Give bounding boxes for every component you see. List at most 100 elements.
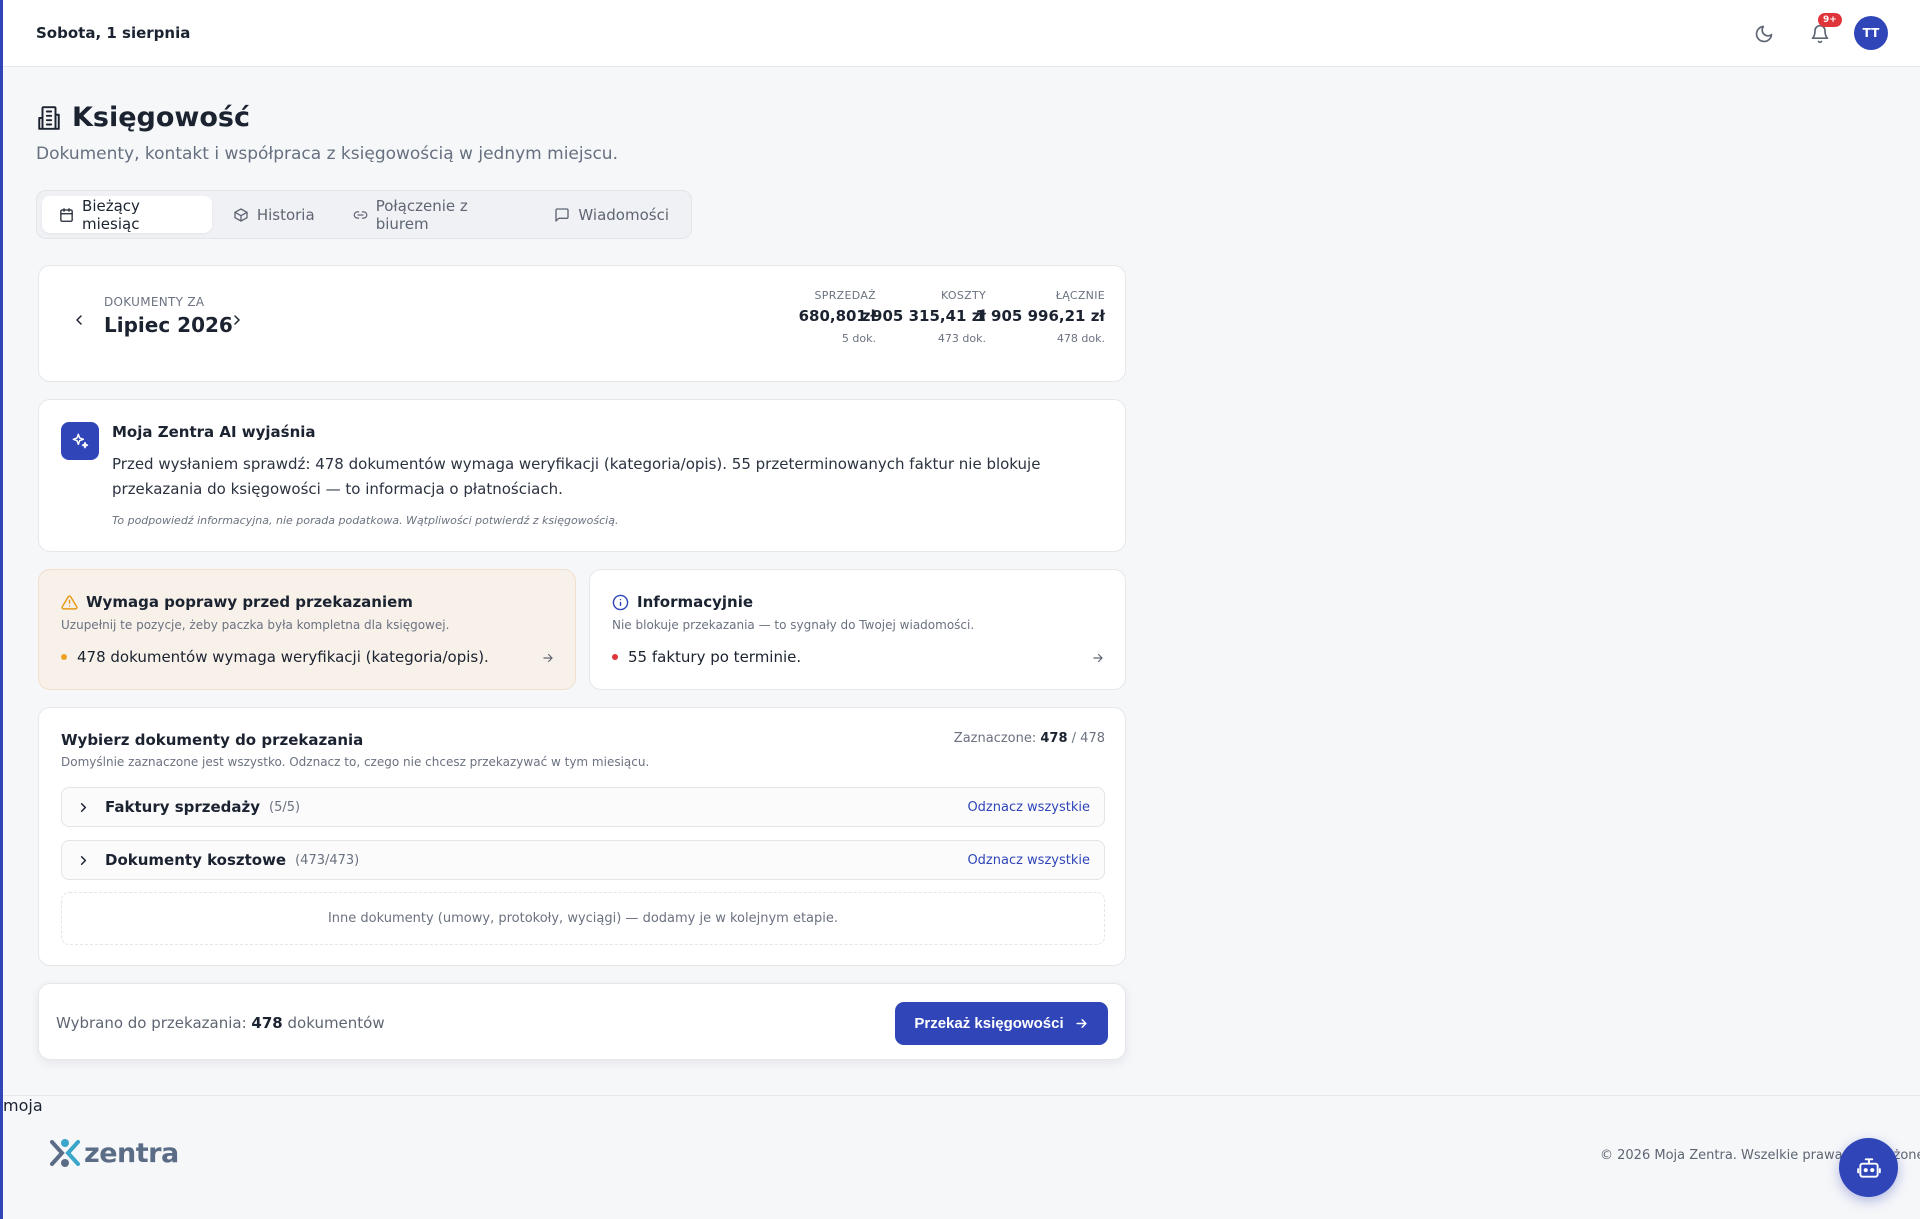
stat-amount: 1 905 315,41 zł bbox=[856, 307, 986, 325]
selection-count-selected: 478 bbox=[1040, 731, 1068, 746]
info-dot bbox=[612, 654, 618, 660]
selected-summary-prefix: Wybrano do przekazania: bbox=[56, 1014, 247, 1032]
next-month-button[interactable] bbox=[229, 312, 245, 332]
ai-badge bbox=[61, 422, 99, 460]
send-to-accountant-button[interactable]: Przekaż księgowości bbox=[895, 1002, 1108, 1045]
selection-count-total: / 478 bbox=[1071, 731, 1105, 746]
period-month: Lipiec 2026 bbox=[104, 313, 233, 337]
info-subtitle: Nie blokuje przekazania — to sygnały do … bbox=[612, 618, 975, 632]
stat-total: ŁĄCZNIE 1 905 996,21 zł 478 dok. bbox=[975, 289, 1105, 345]
warning-title-text: Wymaga poprawy przed przekazaniem bbox=[86, 593, 413, 611]
chevron-left-icon bbox=[76, 315, 82, 325]
selection-count-label: Zaznaczone: bbox=[953, 731, 1037, 746]
message-icon bbox=[555, 207, 570, 222]
page-subtitle: Dokumenty, kontakt i współpraca z księgo… bbox=[36, 144, 618, 164]
notifications-button[interactable]: 9+ bbox=[1805, 13, 1842, 49]
info-title-text: Informacyjnie bbox=[637, 593, 754, 611]
tab-label: Bieżący miesiąc bbox=[82, 196, 140, 233]
chevron-right-icon bbox=[80, 802, 87, 812]
notification-badge: 9+ bbox=[1818, 13, 1842, 27]
tab-office-connection[interactable]: Połączenie z biurem bbox=[336, 196, 534, 233]
theme-toggle-button[interactable] bbox=[1749, 19, 1779, 49]
calendar-icon bbox=[60, 207, 73, 222]
selection-title: Wybierz dokumenty do przekazania bbox=[61, 731, 364, 749]
warning-card: Wymaga poprawy przed przekazaniem Uzupeł… bbox=[38, 569, 576, 690]
logo-wordmark: zentra bbox=[84, 1137, 179, 1169]
zentra-logo-mark bbox=[50, 1139, 80, 1167]
group-cost-documents[interactable]: Dokumenty kosztowe (473/473) Odznacz wsz… bbox=[61, 840, 1105, 880]
ai-title: Moja Zentra AI wyjaśnia bbox=[112, 423, 316, 441]
previous-month-button[interactable] bbox=[71, 312, 87, 332]
selected-summary: Wybrano do przekazania: 478 dokumentów bbox=[56, 1014, 385, 1032]
arrow-right-icon bbox=[1076, 1019, 1087, 1028]
warning-title: Wymaga poprawy przed przekazaniem bbox=[61, 593, 413, 611]
expand-group-button[interactable] bbox=[76, 800, 91, 815]
building-icon bbox=[38, 105, 60, 130]
group-count: (473/473) bbox=[295, 852, 360, 868]
tab-current-month[interactable]: Bieżący miesiąc bbox=[42, 196, 212, 233]
page-title: Księgowość bbox=[72, 102, 251, 133]
tab-label: Wiadomości bbox=[578, 205, 669, 224]
chevron-right-icon bbox=[80, 855, 87, 865]
expand-group-button[interactable] bbox=[76, 853, 91, 868]
info-item-text: 55 faktury po terminie. bbox=[628, 648, 802, 666]
zentra-logo[interactable]: zentra bbox=[48, 1136, 179, 1170]
ai-body: Przed wysłaniem sprawdź: 478 dokumentów … bbox=[112, 455, 1041, 498]
bell-icon bbox=[1811, 24, 1829, 44]
submit-bar: Wybrano do przekazania: 478 dokumentów P… bbox=[38, 983, 1126, 1060]
tab-bar: Bieżący miesiąc Historia Połączenie z bi… bbox=[36, 190, 692, 239]
arrow-right-icon bbox=[1093, 653, 1103, 663]
warning-subtitle: Uzupełnij te pozycje, żeby paczka była k… bbox=[61, 618, 450, 632]
stat-amount: 1 905 996,21 zł bbox=[975, 307, 1105, 325]
page-header: Księgowość bbox=[36, 102, 250, 133]
info-item[interactable]: 55 faktury po terminie. bbox=[612, 648, 801, 666]
tab-history[interactable]: Historia bbox=[216, 196, 332, 233]
ai-disclaimer: To podpowiedź informacyjna, nie porada p… bbox=[112, 514, 619, 527]
info-item-link[interactable] bbox=[1091, 650, 1105, 669]
selected-summary-suffix: dokumentów bbox=[287, 1014, 385, 1032]
tab-label: Historia bbox=[256, 205, 315, 224]
ai-explanation-card: Moja Zentra AI wyjaśnia Przed wysłaniem … bbox=[38, 399, 1126, 552]
stat-caption: ŁĄCZNIE bbox=[1055, 289, 1105, 302]
box-icon bbox=[234, 207, 248, 222]
user-avatar[interactable]: TT bbox=[1854, 16, 1888, 50]
other-documents-note: Inne dokumenty (umowy, protokoły, wyciąg… bbox=[61, 892, 1105, 945]
warning-item-link[interactable] bbox=[541, 650, 555, 669]
warning-triangle-icon bbox=[61, 594, 78, 610]
robot-icon bbox=[1856, 1157, 1881, 1178]
current-date: Sobota, 1 sierpnia bbox=[36, 24, 191, 42]
document-selection-card: Wybierz dokumenty do przekazania Domyśln… bbox=[38, 707, 1126, 966]
send-button-label: Przekaż księgowości bbox=[914, 1015, 1064, 1032]
selection-count: Zaznaczone: 478 / 478 bbox=[954, 731, 1105, 746]
top-bar: Sobota, 1 sierpnia 9+ TT bbox=[3, 0, 1920, 67]
selection-subtitle: Domyślnie zaznaczone jest wszystko. Odzn… bbox=[61, 755, 650, 769]
logo-small-text: moja bbox=[3, 1096, 43, 1115]
info-card: Informacyjnie Nie blokuje przekazania — … bbox=[589, 569, 1126, 690]
stat-caption: KOSZTY bbox=[940, 289, 986, 302]
warning-dot bbox=[61, 654, 67, 660]
stat-count: 478 dok. bbox=[1056, 332, 1105, 345]
period-label: DOKUMENTY ZA bbox=[104, 295, 205, 309]
chevron-right-icon bbox=[234, 315, 240, 325]
warning-item[interactable]: 478 dokumentów wymaga weryfikacji (kateg… bbox=[61, 648, 489, 666]
moon-icon bbox=[1755, 25, 1773, 43]
deselect-all-link[interactable]: Odznacz wszystkie bbox=[967, 853, 1090, 868]
tab-messages[interactable]: Wiadomości bbox=[537, 196, 686, 233]
period-summary-card: DOKUMENTY ZA Lipiec 2026 SPRZEDAŻ 680,80… bbox=[38, 265, 1126, 382]
deselect-all-link[interactable]: Odznacz wszystkie bbox=[967, 800, 1090, 815]
warning-item-text: 478 dokumentów wymaga weryfikacji (kateg… bbox=[77, 648, 489, 666]
group-name: Dokumenty kosztowe bbox=[105, 851, 287, 869]
sparkles-icon bbox=[72, 433, 89, 449]
info-circle-icon bbox=[612, 594, 629, 610]
group-sales-invoices[interactable]: Faktury sprzedaży (5/5) Odznacz wszystki… bbox=[61, 787, 1105, 827]
tab-label: Połączenie z biurem bbox=[375, 196, 468, 233]
info-title: Informacyjnie bbox=[612, 593, 753, 611]
group-name: Faktury sprzedaży bbox=[105, 798, 261, 816]
stat-costs: KOSZTY 1 905 315,41 zł 473 dok. bbox=[856, 289, 986, 345]
page-footer: zentra moja © 2026 Moja Zentra. Wszelkie… bbox=[3, 1095, 1920, 1219]
arrow-right-icon bbox=[543, 653, 553, 663]
assistant-chat-button[interactable] bbox=[1839, 1138, 1898, 1197]
link-icon bbox=[353, 210, 367, 219]
group-count: (5/5) bbox=[269, 799, 301, 815]
selected-summary-count: 478 bbox=[251, 1014, 283, 1032]
